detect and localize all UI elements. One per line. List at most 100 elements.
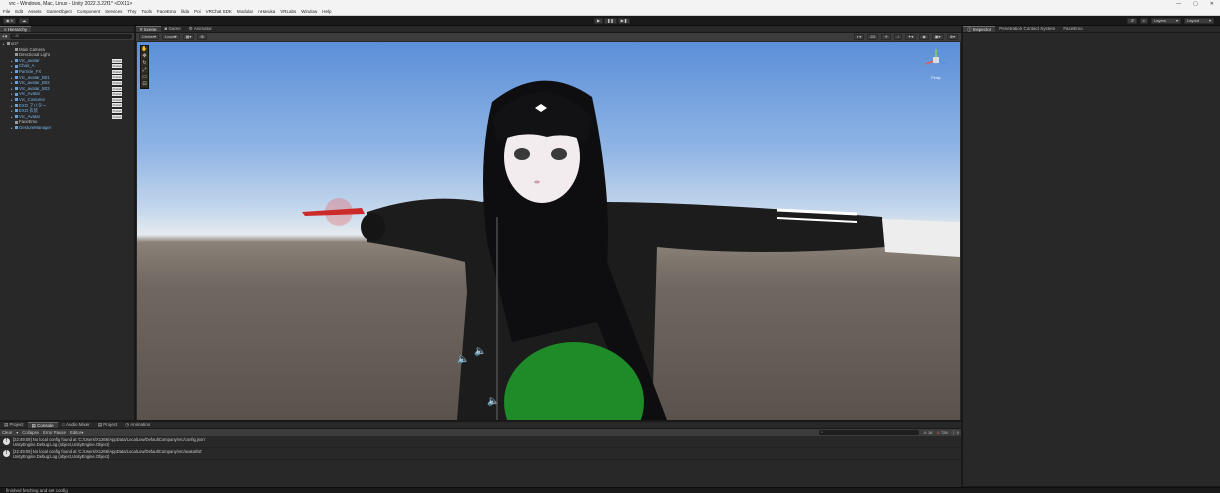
tab-game[interactable]: ◙ Game xyxy=(161,26,185,32)
editor-dropdown[interactable]: Editor▾ xyxy=(70,430,83,436)
menu-vrchat-sdk[interactable]: VRChat SDK xyxy=(206,9,232,14)
prefab-badge[interactable]: Prefab xyxy=(112,80,122,85)
minimize-button[interactable]: — xyxy=(1176,1,1181,7)
collapse-button[interactable]: Collapse xyxy=(22,430,39,435)
menu-component[interactable]: Component xyxy=(77,9,100,14)
gizmos-button[interactable]: ⊕ ▾ xyxy=(946,34,958,40)
animation-icon: ◷ xyxy=(125,422,130,427)
prefab-cube-icon xyxy=(15,98,18,102)
mode-2d-button[interactable]: 2D xyxy=(867,34,879,40)
prefab-badge[interactable]: Prefab xyxy=(112,97,122,102)
menu-thry[interactable]: Thry xyxy=(127,9,136,14)
scale-tool-button[interactable]: ⤢ xyxy=(141,67,148,74)
menu-window[interactable]: Window xyxy=(301,9,317,14)
tab-audio-mixer[interactable]: ♫ Audio Mixer xyxy=(58,422,94,428)
menu-edit[interactable]: Edit xyxy=(15,9,23,14)
prefab-badge[interactable]: Prefab xyxy=(112,75,122,80)
chevron-down-icon: ▾ xyxy=(1175,18,1178,23)
info-count-toggle[interactable]: ⓘ 0 xyxy=(952,430,959,436)
hierarchy-item[interactable]: ▸ GestureManager xyxy=(0,125,134,131)
prefab-badge[interactable]: Prefab xyxy=(112,92,122,97)
tab-console[interactable]: ▤ Console xyxy=(27,422,58,428)
play-button[interactable]: ▶ xyxy=(594,18,604,24)
layout-dropdown[interactable]: Layout ▾ xyxy=(1184,18,1214,24)
audio-button[interactable]: ♪ xyxy=(893,34,902,40)
menu-faceemo[interactable]: FaceEmo xyxy=(157,9,176,14)
add-button[interactable]: +▾ xyxy=(2,34,7,40)
menu-vrlabs[interactable]: VRLabs xyxy=(280,9,296,14)
log-entry[interactable]: ! [22:49:09] No local config found at 'C… xyxy=(0,436,961,448)
title-bar: vrc - Windows, Mac, Linux - Unity 2022.3… xyxy=(0,0,1220,8)
pivot-local-dropdown[interactable]: Local ▾ xyxy=(162,34,180,40)
rect-tool-button[interactable]: ▭ xyxy=(141,74,148,81)
tab-animation[interactable]: ◷ Animation xyxy=(121,422,154,428)
menu-nharuka[interactable]: nHaruka xyxy=(258,9,275,14)
cloud-icon: ☁ xyxy=(22,18,27,23)
console-search-input[interactable]: ⌕ xyxy=(819,430,920,435)
tab-faceemo[interactable]: FaceEmo xyxy=(1059,26,1086,32)
scale-icon: ⤢ xyxy=(142,67,147,73)
prefab-cube-icon xyxy=(15,64,18,68)
clear-button[interactable]: Clear xyxy=(2,430,12,435)
prefab-badge[interactable]: Prefab xyxy=(112,86,122,91)
account-button[interactable]: ◉ K xyxy=(3,18,17,24)
folder-icon: ▤ xyxy=(4,422,9,427)
move-tool-button[interactable]: ✥ xyxy=(141,53,148,60)
tab-hierarchy[interactable]: ≡ Hierarchy xyxy=(0,26,32,32)
cloud-button[interactable]: ☁ xyxy=(19,18,30,24)
tab-project[interactable]: ▤ Project xyxy=(0,422,28,428)
undo-history-button[interactable]: ↺ xyxy=(1127,18,1137,24)
light-icon: ☀ xyxy=(884,34,888,39)
layers-dropdown[interactable]: Layers ▾ xyxy=(1151,18,1181,24)
transform-tool-button[interactable]: ⊡ xyxy=(141,81,148,88)
menu-services[interactable]: Services xyxy=(105,9,122,14)
snap-button[interactable]: ⊞ xyxy=(197,34,207,40)
prefab-badge[interactable]: Prefab xyxy=(112,114,122,119)
scene-viewport[interactable]: 🔈 🔈 🔈 ✋ ✥ ↻ ⤢ ▭ ⊡ Persp xyxy=(137,42,960,420)
prefab-cube-icon xyxy=(15,109,18,113)
effects-button[interactable]: ✦ ▾ xyxy=(904,34,917,40)
log-entry[interactable]: ! [22:49:09] No local config found at 'C… xyxy=(0,448,961,460)
error-pause-button[interactable]: Error Pause xyxy=(43,430,66,435)
pivot-center-dropdown[interactable]: Center ▾ xyxy=(139,34,160,40)
hand-tool-button[interactable]: ✋ xyxy=(141,46,148,53)
tab-penetration-contact-system[interactable]: Penetration Contact System xyxy=(995,26,1059,32)
tab-scene[interactable]: # Scene xyxy=(136,26,161,32)
prefab-badge[interactable]: Prefab xyxy=(112,58,122,63)
scene-icon: # xyxy=(140,27,143,32)
menu-modular[interactable]: Modular xyxy=(237,9,253,14)
prefab-badge[interactable]: Prefab xyxy=(112,64,122,69)
camera-button[interactable]: ▣ ▾ xyxy=(931,34,944,40)
menu-poi[interactable]: Poi xyxy=(194,9,201,14)
lighting-button[interactable]: ☀ xyxy=(881,34,891,40)
maximize-button[interactable]: ▢ xyxy=(1193,1,1198,7)
menu-tools[interactable]: Tools xyxy=(141,9,152,14)
hierarchy-item-label: Vrc_Avatar xyxy=(19,113,41,119)
orientation-gizmo[interactable]: Persp xyxy=(922,46,950,80)
shading-mode-button[interactable]: ◐ ▾ xyxy=(853,34,865,40)
menu-lilda[interactable]: lilda xyxy=(181,9,189,14)
info-icon: ⓘ xyxy=(967,27,972,32)
pause-button[interactable]: ❚❚ xyxy=(604,18,617,24)
step-button[interactable]: ▶❚ xyxy=(617,18,631,24)
prefab-badge[interactable]: Prefab xyxy=(112,108,122,113)
menu-help[interactable]: Help xyxy=(322,9,331,14)
warning-count-toggle[interactable]: ⚠ 16 xyxy=(923,430,932,435)
menu-file[interactable]: File xyxy=(3,9,10,14)
visibility-button[interactable]: ◉ xyxy=(919,34,929,40)
grid-button[interactable]: ▦ ▾ xyxy=(182,34,195,40)
close-button[interactable]: ✕ xyxy=(1210,1,1214,7)
prefab-badge[interactable]: Prefab xyxy=(112,69,122,74)
search-input[interactable]: ⌕ All xyxy=(10,34,132,39)
gameobject-cube-icon xyxy=(15,120,18,124)
chevron-down-icon[interactable]: ▾ xyxy=(16,430,18,435)
prefab-badge[interactable]: Prefab xyxy=(112,103,122,108)
error-count-toggle[interactable]: ⊘ 728 xyxy=(936,430,947,435)
tab-project-2[interactable]: ▤ Project xyxy=(94,422,122,428)
menu-gameobject[interactable]: GameObject xyxy=(47,9,72,14)
tab-inspector[interactable]: ⓘ Inspector xyxy=(963,26,996,32)
search-button[interactable]: ⌕ xyxy=(1139,18,1148,24)
tab-animator[interactable]: ⚙ Animator xyxy=(185,26,216,32)
menu-assets[interactable]: Assets xyxy=(28,9,42,14)
rotate-tool-button[interactable]: ↻ xyxy=(141,60,148,67)
